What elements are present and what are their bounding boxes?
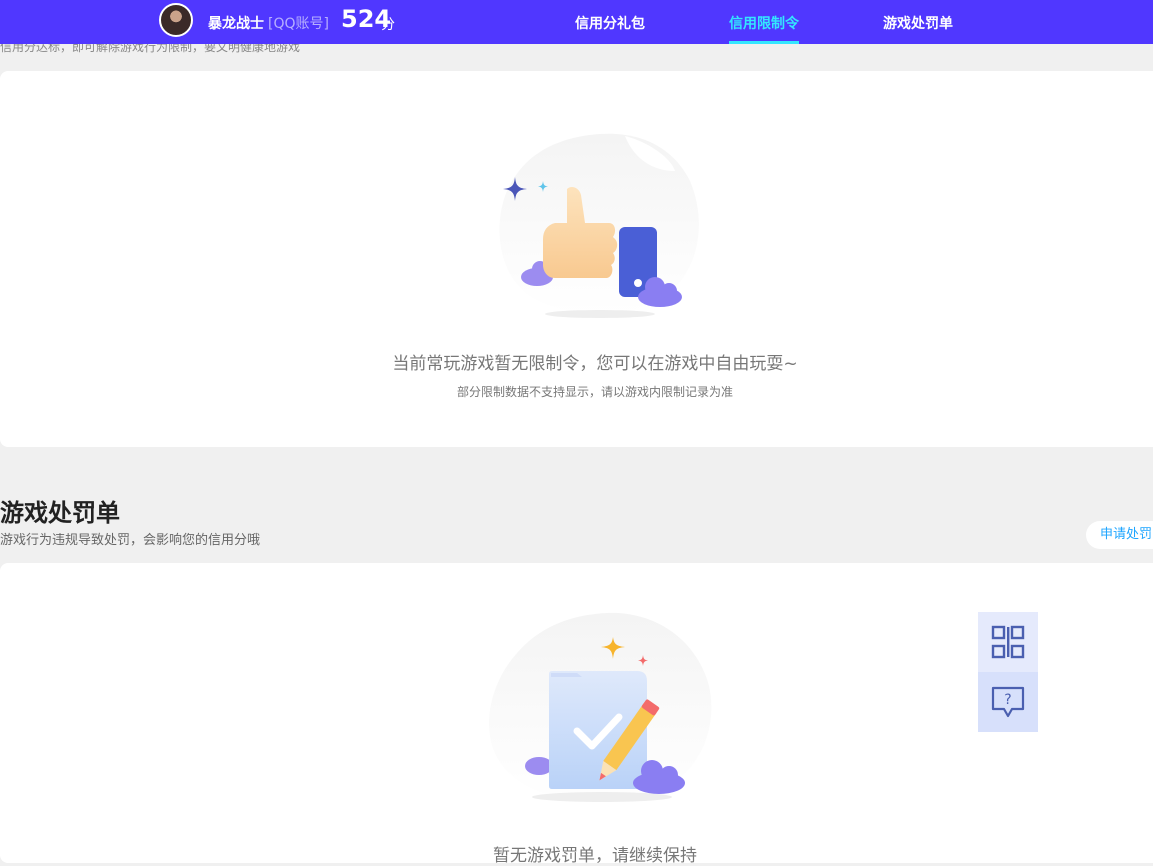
- avatar[interactable]: [159, 3, 193, 37]
- active-tab-indicator: [729, 41, 799, 44]
- penalty-empty-title: 暂无游戏罚单，请继续保持: [493, 846, 697, 866]
- restriction-card: 当前常玩游戏暂无限制令，您可以在游戏中自由玩耍~ 部分限制数据不支持显示，请以游…: [0, 71, 1153, 447]
- restriction-empty-title: 当前常玩游戏暂无限制令，您可以在游戏中自由玩耍~: [392, 354, 798, 374]
- help-button[interactable]: ?: [978, 672, 1038, 732]
- thumbs-up-illustration: [499, 133, 699, 318]
- credit-score-unit: 分: [381, 17, 395, 33]
- account-type: [QQ账号]: [268, 16, 329, 32]
- document-pencil-illustration: [488, 612, 712, 803]
- username: 暴龙战士: [208, 16, 264, 32]
- top-header: 暴龙战士 [QQ账号] 524 分 信用分礼包 信用限制令 游戏处罚单: [0, 0, 1153, 44]
- penalty-section-title: 游戏处罚单: [0, 499, 120, 527]
- qr-code-button[interactable]: [978, 612, 1038, 672]
- tab-credit-gift[interactable]: 信用分礼包: [575, 13, 645, 33]
- apply-penalty-button[interactable]: 申请处罚: [1086, 521, 1153, 549]
- qr-code-icon: [991, 625, 1025, 659]
- svg-text:?: ?: [1004, 692, 1011, 708]
- help-chat-icon: ?: [991, 686, 1025, 718]
- tab-credit-restriction[interactable]: 信用限制令: [729, 13, 799, 33]
- restriction-empty-subtitle: 部分限制数据不支持显示，请以游戏内限制记录为准: [456, 385, 733, 399]
- tab-game-penalty[interactable]: 游戏处罚单: [883, 13, 953, 33]
- penalty-section-description: 游戏行为违规导致处罚，会影响您的信用分哦: [0, 533, 261, 548]
